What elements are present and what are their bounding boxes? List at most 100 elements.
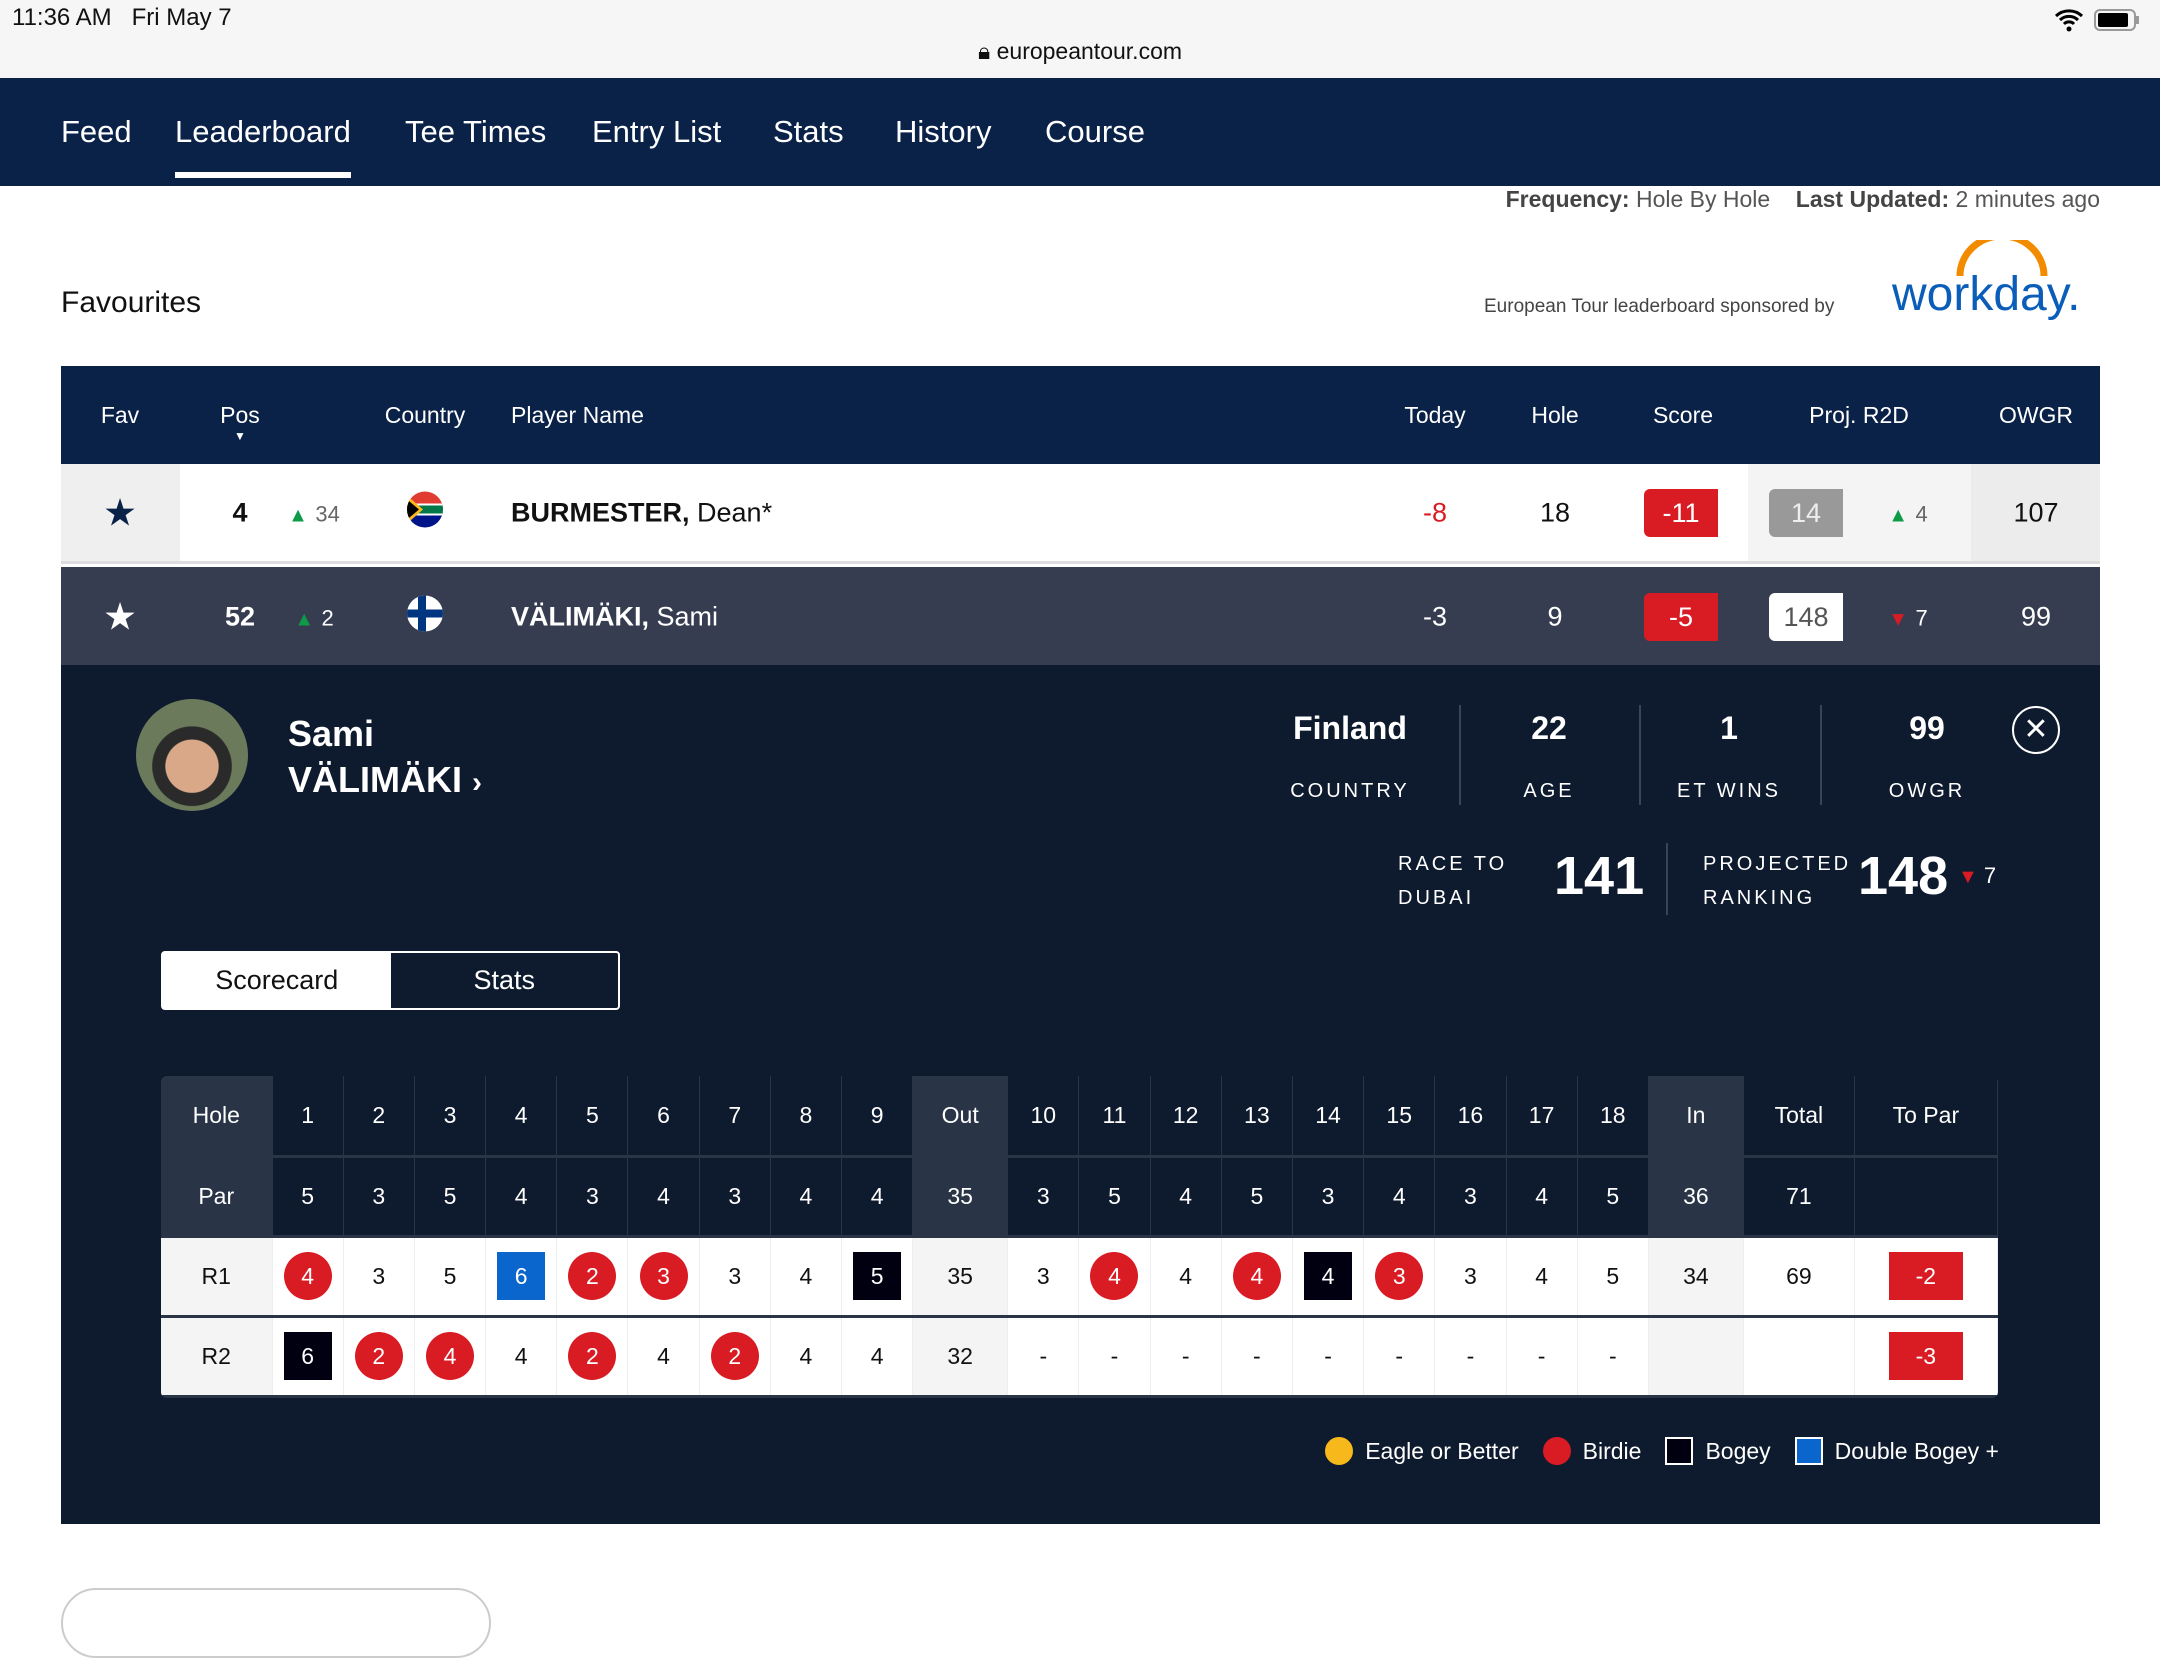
scorecard-cell: -3: [1854, 1316, 1998, 1398]
scorecard-cell: 4: [272, 1236, 344, 1318]
birdie-marker: 4: [283, 1252, 332, 1300]
scorecard-cell: 36: [1648, 1156, 1744, 1238]
scorecard-cell: 5: [1577, 1156, 1649, 1238]
scorecard-cell: 13: [1221, 1076, 1293, 1158]
proj-badge: 148: [1769, 593, 1843, 641]
scorecard-cell: 6: [485, 1236, 558, 1318]
scorecard-cell: 3: [1007, 1156, 1080, 1238]
scorecard-cell: 32: [912, 1316, 1009, 1398]
nav-leaderboard[interactable]: Leaderboard: [175, 114, 351, 178]
col-owgr: OWGR: [1998, 402, 2074, 428]
scorecard-cell: 12: [1150, 1076, 1222, 1158]
favourite-star-icon[interactable]: ★: [103, 490, 137, 535]
bogey-marker: 5: [853, 1252, 902, 1300]
birdie-marker: 2: [568, 1252, 617, 1300]
scorecard-cell: 3: [414, 1076, 487, 1158]
col-hole: Hole: [1531, 402, 1579, 428]
scorecard-cell: 2: [343, 1076, 415, 1158]
birdie-marker: 4: [425, 1332, 474, 1380]
col-fav: Fav: [100, 402, 140, 428]
scorecard-cell: 4: [1506, 1156, 1578, 1238]
sort-down-icon: ▼: [234, 429, 246, 443]
scorecard-cell: 2: [556, 1316, 629, 1398]
legend-swatch-icon: [1542, 1437, 1571, 1465]
scorecard-cell: 16: [1434, 1076, 1507, 1158]
col-today: Today: [1404, 402, 1466, 428]
legend: Eagle or Better Birdie Bogey Double Bogey +: [1313, 1437, 1999, 1465]
scorecard-cell: -: [1577, 1316, 1649, 1398]
birdie-marker: 2: [710, 1332, 759, 1380]
scorecard-cell: 4: [1221, 1236, 1293, 1318]
birdie-marker: 3: [639, 1252, 688, 1300]
birdie-marker: 4: [1232, 1252, 1281, 1300]
score-badge: -5: [1644, 593, 1718, 641]
scorecard-cell: 4: [1150, 1156, 1222, 1238]
workday-logo[interactable]: workday.: [1890, 240, 2100, 322]
nav-stats[interactable]: Stats: [773, 114, 844, 150]
nav-course[interactable]: Course: [1045, 114, 1145, 150]
leaderboard-row-selected[interactable]: ★ 52 ▲ 2 VÄLIMÄKI, Sami -3 9 -5 148 ▼ 7 …: [61, 567, 2100, 667]
scorecard-round-row: R2 6 2 4 4 2 4 2 4 4 32- - - - - - - - - -3: [161, 1316, 1998, 1398]
legend-swatch-icon: [1665, 1437, 1694, 1465]
scorecard-cell: -: [1506, 1316, 1578, 1398]
address-bar[interactable]: 🔒︎ europeantour.com: [0, 38, 2160, 65]
legend-swatch-icon: [1325, 1437, 1354, 1465]
proj-badge: 14: [1769, 488, 1843, 537]
scorecard-cell: 4: [770, 1236, 843, 1318]
scorecard-cell: 69: [1743, 1236, 1855, 1318]
player-detail-panel: Sami VÄLIMÄKI › Finland COUNTRY 22 AGE 1 …: [61, 665, 2100, 1524]
scorecard-cell: 4: [770, 1156, 843, 1238]
player-profile-link[interactable]: Sami VÄLIMÄKI ›: [288, 711, 482, 806]
scorecard-cell: In: [1648, 1076, 1744, 1158]
favourite-star-icon[interactable]: ★: [103, 595, 137, 640]
scorecard-cell: 3: [1292, 1156, 1365, 1238]
divider: [1459, 705, 1461, 805]
player-name[interactable]: VÄLIMÄKI, Sami: [511, 602, 718, 633]
nav-tee-times[interactable]: Tee Times: [405, 114, 546, 150]
col-player: Player Name: [511, 402, 644, 428]
bogey-marker: 4: [1304, 1252, 1353, 1300]
scorecard-cell: 4: [627, 1316, 700, 1398]
scorecard-cell: 4: [1078, 1236, 1151, 1318]
scorecard-cell: 5: [841, 1236, 914, 1318]
scorecard-round-row: R1 4 3 5 6 2 3 3 4 5 35 3 4 4 4 4 3 3 4 5 34 69 -2: [161, 1236, 1998, 1318]
scorecard-cell: -: [1150, 1316, 1222, 1398]
birdie-marker: 3: [1375, 1252, 1424, 1300]
scorecard-cell: 4: [1292, 1236, 1365, 1318]
scorecard-cell: R1: [161, 1236, 273, 1318]
col-pos[interactable]: Pos ▼: [220, 402, 260, 443]
bogey-marker: 6: [283, 1332, 332, 1380]
scorecard-cell: 4: [1506, 1236, 1578, 1318]
tab-stats[interactable]: Stats: [391, 953, 619, 1008]
scorecard-cell: -: [1078, 1316, 1151, 1398]
scorecard-cell: Out: [912, 1076, 1009, 1158]
flag-finland-icon: [406, 595, 444, 640]
player-name[interactable]: BURMESTER, Dean*: [511, 497, 772, 528]
scorecard-cell: -: [1007, 1316, 1080, 1398]
scorecard-cell: 5: [1078, 1156, 1151, 1238]
chevron-right-icon: ›: [472, 766, 483, 799]
scorecard-cell: 5: [556, 1076, 629, 1158]
leaderboard-row[interactable]: ★ 4 ▲ 34 BURMESTER, Dean* -8 18 -11 14 ▲…: [61, 464, 2100, 564]
player-search-input[interactable]: [61, 1588, 491, 1658]
scorecard-cell: 71: [1743, 1156, 1855, 1238]
scorecard-cell: 15: [1363, 1076, 1436, 1158]
nav-feed[interactable]: Feed: [61, 114, 132, 150]
close-icon[interactable]: ✕: [2012, 706, 2060, 754]
up-arrow-icon: ▲: [288, 504, 308, 526]
legend-swatch-icon: [1794, 1437, 1823, 1465]
scorecard-cell: 4: [485, 1156, 558, 1238]
tab-scorecard[interactable]: Scorecard: [163, 953, 391, 1008]
birdie-marker: 4: [1090, 1252, 1139, 1300]
scorecard-cell: 4: [841, 1316, 914, 1398]
scorecard-cell: [1854, 1156, 1998, 1238]
scorecard-cell: 14: [1292, 1076, 1365, 1158]
scorecard-cell: 4: [414, 1316, 487, 1398]
nav-entry-list[interactable]: Entry List: [592, 114, 721, 150]
scorecard-cell: Total: [1743, 1076, 1855, 1158]
legend-label: Birdie: [1582, 1437, 1642, 1464]
scorecard-table: Hole 1 2 3 4 5 6 7 8 9 Out 10 11 12 13 14 15 16 17 18 In Tota…: [161, 1076, 1998, 1398]
nav-history[interactable]: History: [895, 114, 991, 150]
scorecard-cell: -: [1434, 1316, 1507, 1398]
projected-ranking-value: 148: [1858, 846, 1949, 906]
